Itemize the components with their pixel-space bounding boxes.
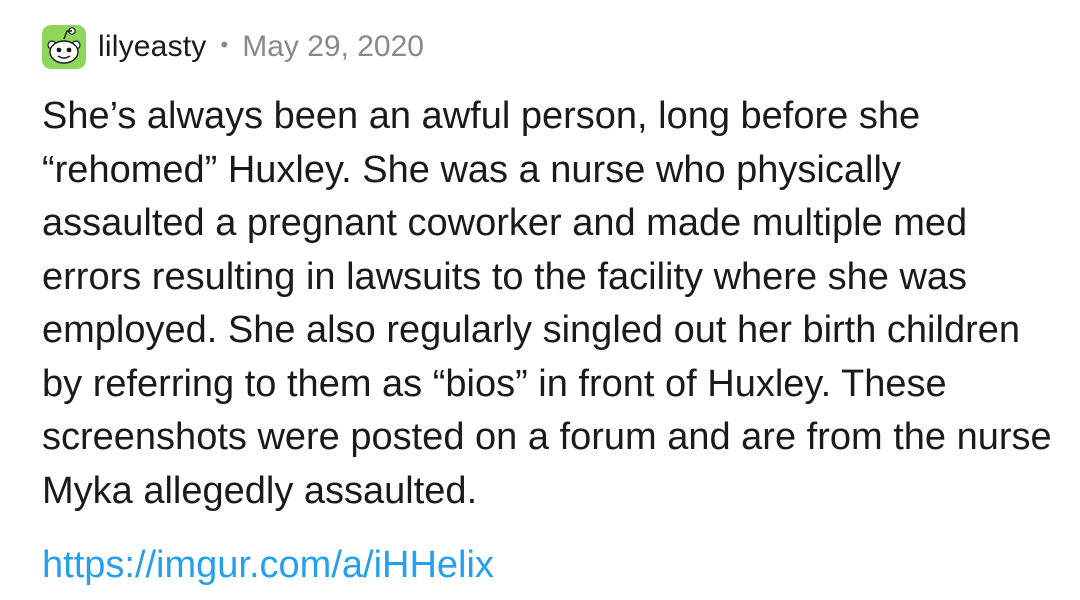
comment: lilyeasty • May 29, 2020 She’s always be… bbox=[42, 24, 1052, 587]
comment-body: She’s always been an awful person, long … bbox=[42, 95, 1052, 512]
imgur-link[interactable]: https://imgur.com/a/iHHelix bbox=[42, 544, 494, 587]
snoo-avatar-icon[interactable] bbox=[42, 25, 86, 69]
comment-date: May 29, 2020 bbox=[242, 30, 424, 63]
meta-separator: • bbox=[220, 32, 229, 57]
comment-meta: lilyeasty • May 29, 2020 bbox=[42, 24, 1052, 70]
comment-author[interactable]: lilyeasty bbox=[98, 30, 207, 64]
